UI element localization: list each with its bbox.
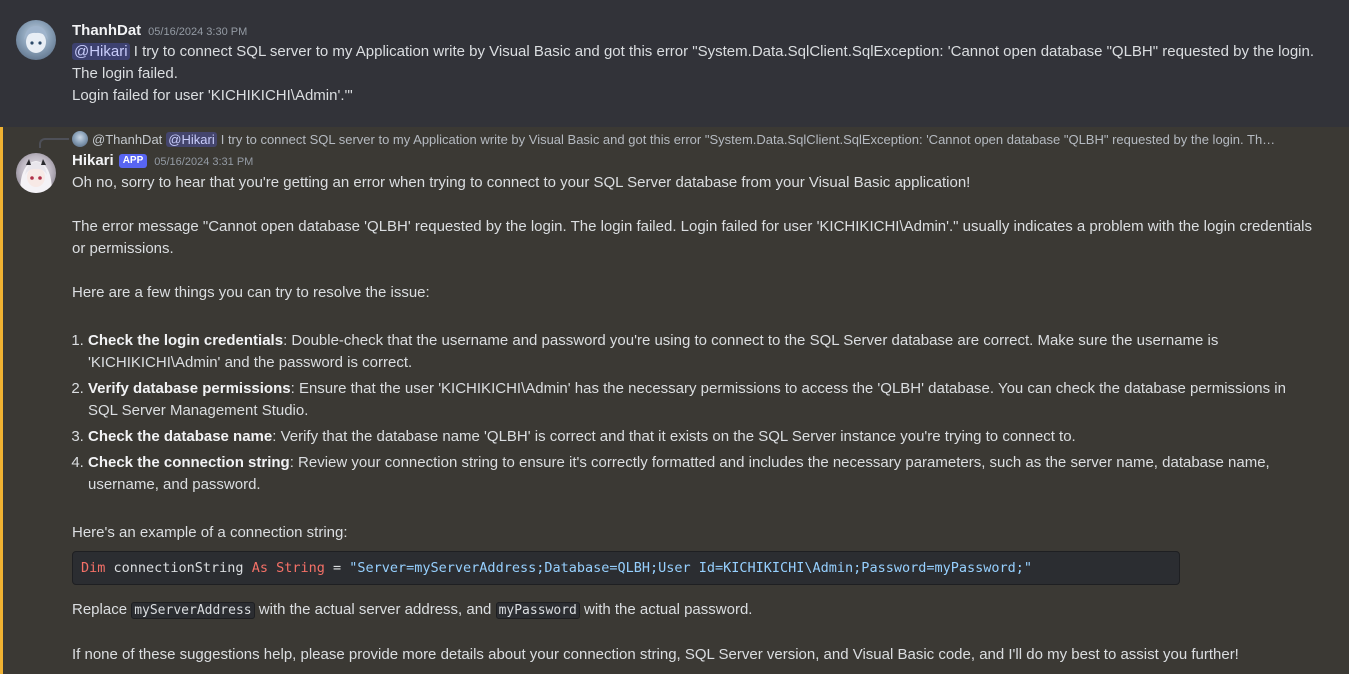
message-header: Hikari APP 05/16/2024 3:31 PM — [72, 152, 253, 170]
timestamp: 05/16/2024 3:31 PM — [154, 156, 254, 168]
code-equals: = — [324, 560, 350, 576]
example-lead: Here's an example of a connection string… — [72, 524, 348, 541]
inline-code-password: myPassword — [495, 602, 580, 619]
reply-text: I try to connect SQL server to my Applic… — [220, 131, 1276, 147]
code-keyword-as: As — [251, 560, 268, 576]
avatar-thanhdat[interactable] — [16, 20, 56, 60]
list-item: Check the login credentials: Double-chec… — [88, 330, 1312, 374]
message-content: Oh no, sorry to hear that you're getting… — [72, 172, 1312, 666]
steps-list: Check the login credentials: Double-chec… — [72, 330, 1312, 496]
intro-paragraph: Oh no, sorry to hear that you're getting… — [72, 174, 971, 191]
message-content: @Hikari I try to connect SQL server to m… — [72, 41, 1332, 107]
code-keyword-string: String — [267, 560, 325, 576]
reply-preview[interactable]: @ThanhDat @Hikari I try to connect SQL s… — [72, 130, 1312, 148]
list-item: Verify database permissions: Ensure that… — [88, 378, 1312, 422]
message-text-line2: Login failed for user 'KICHIKICHI\Admin'… — [72, 87, 353, 104]
reply-connector — [39, 138, 69, 148]
message-header: ThanhDat 05/16/2024 3:30 PM — [72, 22, 247, 39]
reply-mention[interactable]: @Hikari — [166, 131, 217, 147]
lead-paragraph: Here are a few things you can try to res… — [72, 284, 430, 301]
list-item: Check the connection string: Review your… — [88, 452, 1312, 496]
step-title: Verify database permissions — [88, 380, 291, 397]
username[interactable]: Hikari — [72, 152, 114, 169]
mention-hikari[interactable]: @Hikari — [72, 43, 130, 60]
avatar-hikari[interactable] — [16, 153, 56, 193]
reply-username[interactable]: @ThanhDat — [92, 132, 162, 147]
message-hikari: @ThanhDat @Hikari I try to connect SQL s… — [0, 127, 1349, 674]
inline-code-server: myServerAddress — [131, 602, 255, 619]
message-thanhdat: ThanhDat 05/16/2024 3:30 PM @Hikari I tr… — [0, 0, 1349, 127]
step-text: : Verify that the database name 'QLBH' i… — [272, 428, 1076, 445]
replace-paragraph: Replace myServerAddress with the actual … — [72, 599, 1312, 622]
username[interactable]: ThanhDat — [72, 22, 141, 39]
timestamp: 05/16/2024 3:30 PM — [148, 26, 248, 38]
code-string-literal: "Server=myServerAddress;Database=QLBH;Us… — [349, 560, 1032, 576]
step-title: Check the login credentials — [88, 332, 284, 349]
replace-text-2: with the actual server address, and — [254, 601, 496, 618]
list-item: Check the database name: Verify that the… — [88, 426, 1312, 448]
app-badge: APP — [118, 154, 148, 168]
step-title: Check the connection string — [88, 454, 290, 471]
replace-text-3: with the actual password. — [579, 601, 753, 618]
code-variable: connectionString — [105, 560, 252, 576]
message-text: I try to connect SQL server to my Applic… — [72, 43, 1315, 82]
replace-text-1: Replace — [72, 601, 132, 618]
code-keyword-dim: Dim — [81, 560, 106, 576]
step-title: Check the database name — [88, 428, 273, 445]
code-block[interactable]: Dim connectionString As String = "Server… — [72, 551, 1180, 585]
reply-avatar-icon — [72, 131, 88, 147]
explanation-paragraph: The error message "Cannot open database … — [72, 218, 1313, 257]
closing-paragraph: If none of these suggestions help, pleas… — [72, 646, 1239, 663]
